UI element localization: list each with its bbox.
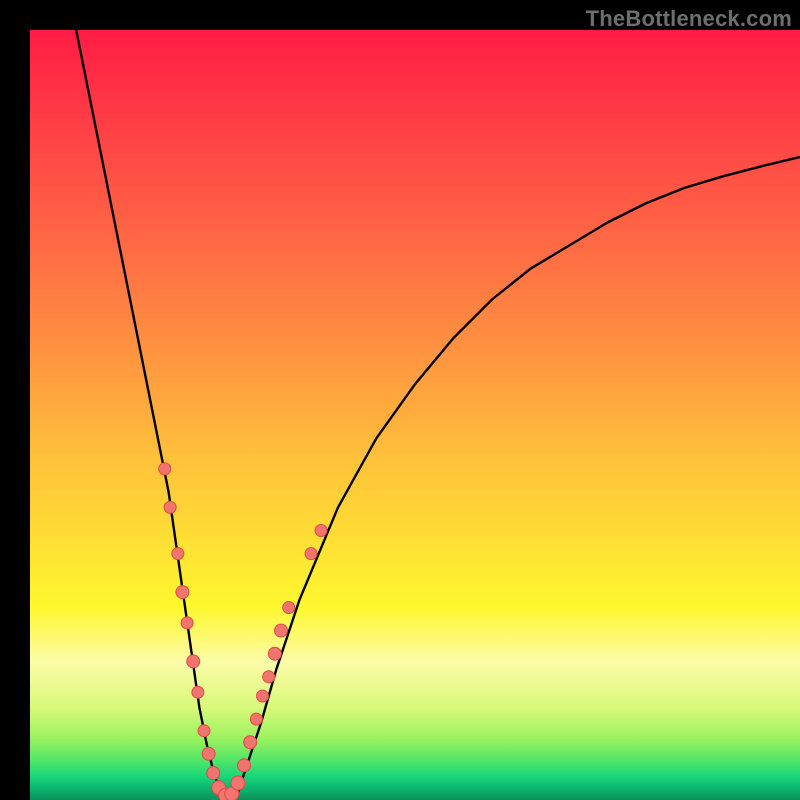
data-marker [187,655,200,668]
data-marker [283,602,295,614]
watermark-text: TheBottleneck.com [586,6,792,32]
data-marker [172,548,184,560]
data-marker [181,617,193,629]
chart-frame: TheBottleneck.com [0,0,800,800]
data-marker [198,725,210,737]
data-marker [305,548,317,560]
data-marker [176,586,189,599]
data-marker [244,736,257,749]
data-marker [164,501,176,513]
data-marker [192,686,204,698]
plot-area [30,30,800,800]
data-marker [263,671,275,683]
data-marker [159,463,171,475]
data-marker [238,759,251,772]
data-marker [315,525,327,537]
data-marker [250,713,262,725]
data-marker [202,747,215,760]
data-marker [231,776,245,790]
data-marker [207,767,220,780]
bottleneck-curve [76,30,800,800]
bottleneck-chart [30,30,800,800]
data-marker [257,690,269,702]
data-marker [275,624,288,637]
data-marker [268,647,281,660]
